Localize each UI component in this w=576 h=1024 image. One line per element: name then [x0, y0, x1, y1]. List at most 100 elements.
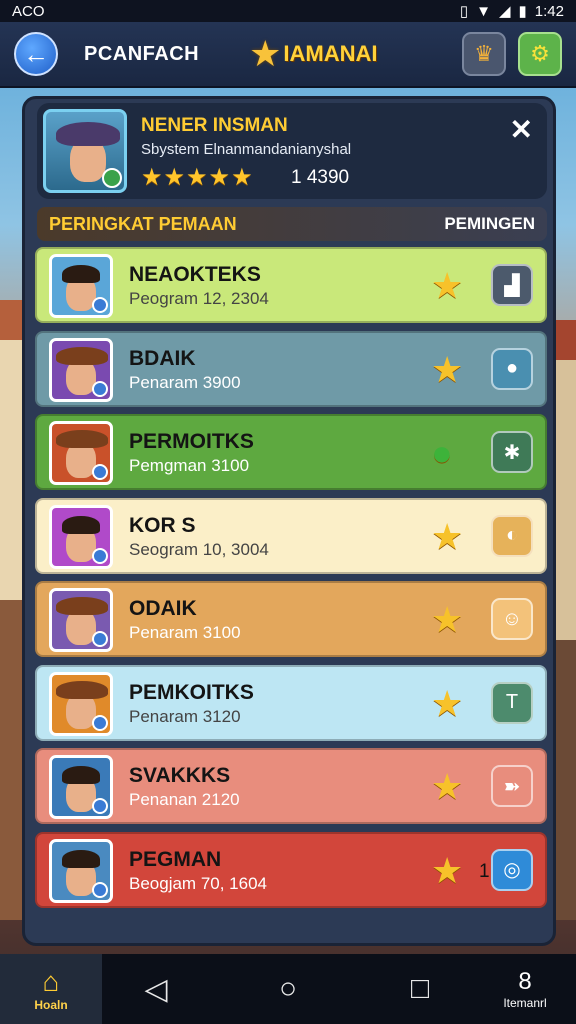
star-icon: ★: [431, 849, 464, 891]
player-name: NEAOKTEKS: [129, 263, 261, 286]
star-icon: ★: [431, 766, 464, 807]
user-icon: 8: [518, 968, 532, 995]
ranking-row[interactable]: KOR S Seogram 10, 3004 ★ ◐: [35, 497, 547, 574]
player-score: Penanan 2120: [129, 790, 240, 809]
nav-profile-label: Itemanrl: [503, 996, 547, 1010]
player-score: Seogram 10, 3004: [129, 539, 269, 559]
star-icon: ★: [431, 682, 464, 724]
castle-icon: ▟: [504, 274, 520, 297]
back-arrow-icon: ←: [23, 38, 49, 69]
signal-icon: ◢: [498, 3, 511, 20]
nav-home-label: Hoaln: [34, 998, 68, 1012]
vibrate-icon: ▯: [459, 3, 469, 20]
wifi-icon: ▼: [476, 2, 491, 20]
status-icons: ▯ ▼ ◢ ▮ 1:42: [459, 2, 564, 21]
battery-icon: ▮: [518, 3, 527, 20]
ranking-row[interactable]: PEGMAN Beogjam 70, 1604 ★ 1 ◎: [35, 831, 547, 908]
leaderboard-panel: NENER INSMAN Sbystem Elnanmandanianyshal…: [22, 96, 556, 946]
player-name: PERMOITKS: [129, 430, 254, 453]
section-right-label[interactable]: PEMINGEN: [444, 214, 535, 234]
topbar-actions: ♛ ⚙: [462, 32, 562, 76]
player-avatar[interactable]: [49, 671, 113, 736]
nav-home-button[interactable]: ⌂ Hoaln: [0, 954, 102, 1024]
row-count: 1: [479, 860, 490, 882]
crown-icon: ♛: [474, 41, 494, 66]
swirl-icon: ◐: [505, 524, 519, 546]
status-time: 1:42: [534, 2, 564, 20]
row-action-button[interactable]: ✱: [491, 431, 533, 473]
nav-recents-button[interactable]: □: [370, 972, 470, 1006]
game-name: IAMANAI: [283, 41, 378, 66]
ranking-row[interactable]: SVAKKKS Penanan 2120 ★ ➽: [35, 748, 547, 824]
close-button[interactable]: ✕: [510, 113, 533, 146]
player-score: Peogram 12, 2304: [129, 289, 269, 308]
ring-icon: ◎: [503, 859, 521, 881]
profile-name: NENER INSMAN: [141, 115, 288, 136]
ranking-row[interactable]: PEMKOITKS Penaram 3120 ★ T: [35, 664, 547, 741]
triangle-back-icon: ◁: [144, 972, 168, 1006]
player-name: SVAKKKS: [129, 764, 231, 787]
nav-profile-button[interactable]: 8 Itemanrl: [480, 968, 570, 1010]
fish-icon: ➽: [503, 775, 521, 798]
player-avatar[interactable]: [49, 337, 113, 402]
ranking-row[interactable]: PERMOITKS Pemgman 3100 ● ✱: [35, 414, 547, 490]
circle-icon: ○: [278, 972, 298, 1005]
player-name: PEGMAN: [129, 847, 222, 871]
bottom-navigation: ⌂ Hoaln ◁ ○ □ 8 Itemanrl: [0, 954, 576, 1024]
section-title: PERINGKAT PEMAAN: [49, 213, 237, 234]
nav-back-button[interactable]: ◁: [106, 972, 206, 1007]
ranking-row[interactable]: ODAIK Penaram 3100 ★ ☺: [35, 581, 547, 657]
profile-avatar[interactable]: [43, 109, 127, 193]
player-avatar[interactable]: [49, 421, 113, 485]
row-action-button[interactable]: ◐: [491, 514, 533, 557]
player-avatar[interactable]: [49, 838, 113, 903]
top-bar: ← PCANFACH ★ IAMANAI ♛ ⚙: [0, 22, 576, 88]
player-score: Penaram 3120: [129, 706, 241, 726]
pillar-icon: T: [505, 691, 519, 713]
player-score: Beogjam 70, 1604: [129, 873, 267, 893]
star-icon: ●: [431, 432, 453, 473]
player-name: KOR S: [129, 513, 196, 537]
star-icon: ★: [431, 348, 464, 390]
player-avatar[interactable]: [49, 588, 113, 652]
row-action-button[interactable]: ●: [491, 347, 533, 390]
row-action-button[interactable]: ◎: [491, 848, 533, 891]
square-icon: □: [410, 972, 430, 1005]
close-icon: ✕: [509, 114, 533, 145]
back-button[interactable]: ←: [14, 32, 58, 76]
player-name: PEMKOITKS: [129, 680, 254, 704]
status-bar: ACO ▯ ▼ ◢ ▮ 1:42: [0, 0, 576, 22]
player-name: ODAIK: [129, 597, 197, 620]
profile-subtitle: Sbystem Elnanmandanianyshal: [141, 141, 352, 158]
player-avatar[interactable]: [49, 254, 113, 318]
row-action-button[interactable]: ▟: [491, 264, 533, 306]
page-title: PCANFACH: [84, 42, 200, 65]
row-action-button[interactable]: ☺: [491, 598, 533, 640]
star-icon: ★: [431, 265, 464, 306]
star-icon: ★: [431, 599, 464, 640]
player-score: Penaram 3900: [129, 372, 241, 392]
profile-rating-stars: ★★★★★: [141, 164, 254, 191]
star-icon: ★: [431, 515, 464, 557]
blob-icon: ●: [505, 357, 519, 379]
home-icon: ⌂: [42, 966, 60, 997]
nav-home-circle-button[interactable]: ○: [238, 972, 338, 1006]
player-score: Penaram 3100: [129, 623, 241, 642]
ranking-section-header: PERINGKAT PEMAAN PEMINGEN: [37, 207, 547, 241]
ranking-row[interactable]: BDAIK Penaram 3900 ★ ●: [35, 330, 547, 407]
row-action-button[interactable]: T: [491, 681, 533, 724]
crown-button[interactable]: ♛: [462, 32, 506, 76]
player-avatar[interactable]: [49, 504, 113, 569]
row-action-button[interactable]: ➽: [491, 765, 533, 807]
gear-icon: ✱: [503, 441, 521, 464]
player-profile-card: NENER INSMAN Sbystem Elnanmandanianyshal…: [37, 103, 547, 199]
player-avatar[interactable]: [49, 755, 113, 819]
profile-score: 1 4390: [291, 167, 350, 188]
player-name: BDAIK: [129, 346, 196, 370]
status-left-text: ACO: [12, 2, 45, 20]
player-score: Pemgman 3100: [129, 456, 250, 475]
settings-button[interactable]: ⚙: [518, 32, 562, 76]
ranking-row[interactable]: NEAOKTEKS Peogram 12, 2304 ★ ▟: [35, 247, 547, 323]
gear-icon: ⚙: [530, 41, 550, 66]
star-logo-icon: ★: [249, 33, 282, 74]
